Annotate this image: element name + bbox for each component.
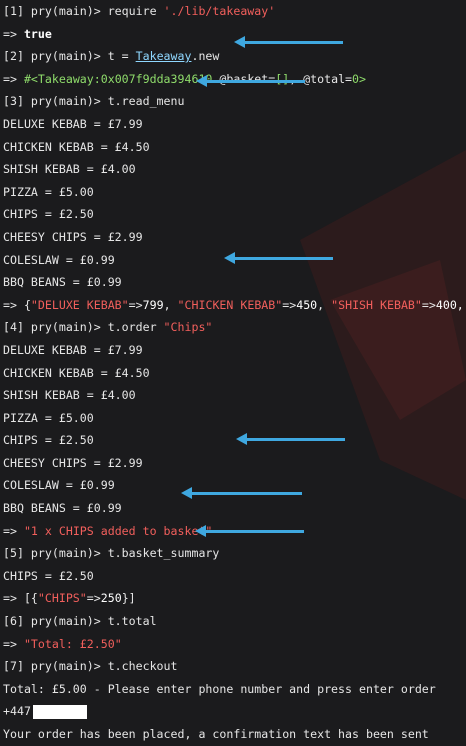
redacted-phone-block [32, 704, 87, 719]
menu-item: CHICKEN KEBAB = £4.50 [3, 365, 150, 380]
line-checkout-prompt: Total: £5.00 - Please enter phone number… [3, 681, 436, 696]
line-total-result: => "Total: £2.50" [3, 636, 122, 651]
menu-item: SHISH KEBAB = £4.00 [3, 162, 136, 177]
menu-item: DELUXE KEBAB = £7.99 [3, 116, 143, 131]
annotation-arrow-icon [234, 36, 343, 48]
line-phone-input[interactable]: +447 [3, 700, 466, 723]
menu-item: SHISH KEBAB = £4.00 [3, 388, 136, 403]
menu-item: CHEESY CHIPS = £2.99 [3, 455, 143, 470]
menu-item: CHIPS = £2.50 [3, 433, 94, 448]
annotation-arrow-icon [195, 525, 304, 537]
menu-item: CHICKEN KEBAB = £4.50 [3, 139, 150, 154]
annotation-arrow-icon [236, 433, 345, 445]
line-basket-summary: [5] pry(main)> t.basket_summary [3, 546, 220, 561]
line-confirmation: Your order has been placed, a confirmati… [3, 727, 429, 741]
annotation-arrow-icon [196, 75, 305, 87]
menu-item: PIZZA = £5.00 [3, 184, 94, 199]
menu-item: CHIPS = £2.50 [3, 207, 94, 222]
menu-item: BBQ BEANS = £0.99 [3, 275, 122, 290]
line-require: [1] pry(main)> require './lib/takeaway' [3, 4, 276, 18]
line-checkout: [7] pry(main)> t.checkout [3, 659, 178, 674]
annotation-arrow-icon [181, 487, 302, 499]
menu-item: BBQ BEANS = £0.99 [3, 501, 122, 516]
line-menu-hash: => {"DELUXE KEBAB"=>799, "CHICKEN KEBAB"… [3, 297, 464, 312]
menu-item: CHEESY CHIPS = £2.99 [3, 229, 143, 244]
terminal-output: [1] pry(main)> require './lib/takeaway' … [3, 0, 466, 741]
line-read-menu: [3] pry(main)> t.read_menu [3, 94, 185, 109]
menu-item: PIZZA = £5.00 [3, 410, 94, 425]
annotation-arrow-icon [224, 252, 333, 264]
line-total: [6] pry(main)> t.total [3, 614, 157, 629]
menu-item: DELUXE KEBAB = £7.99 [3, 342, 143, 357]
line-new: [2] pry(main)> t = Takeaway.new [3, 49, 220, 64]
line-basket-item: CHIPS = £2.50 [3, 568, 94, 583]
line-order: [4] pry(main)> t.order "Chips" [3, 320, 213, 335]
